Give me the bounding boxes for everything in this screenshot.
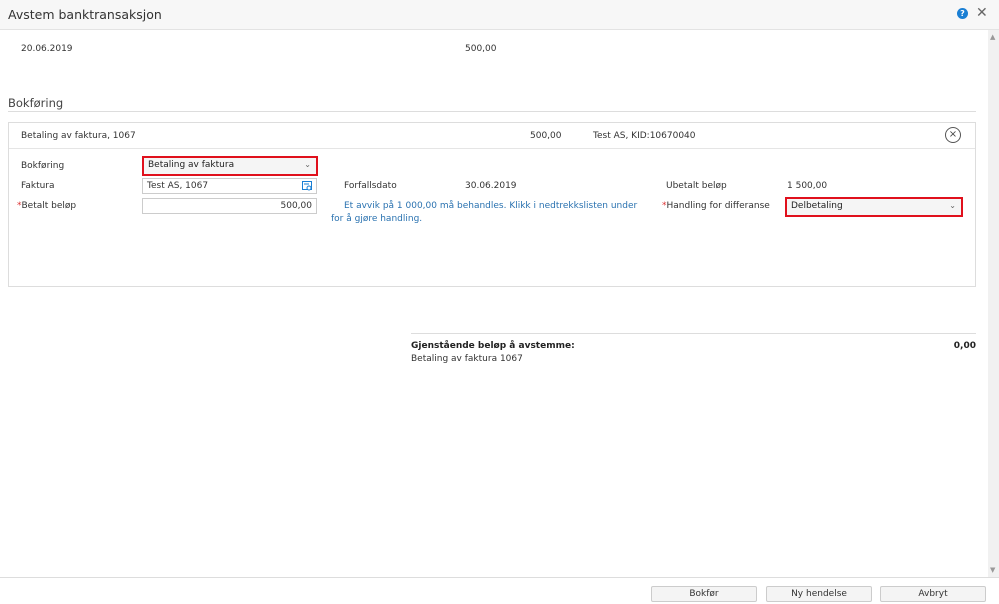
invoice-search-icon[interactable] <box>302 181 313 191</box>
summary-label: Gjenstående beløp å avstemme: <box>411 341 575 351</box>
faktura-value: Test AS, 1067 <box>147 181 209 191</box>
bokforing-value: Betaling av faktura <box>148 160 235 170</box>
divider <box>8 111 976 112</box>
avbryt-button[interactable]: Avbryt <box>880 586 986 602</box>
bokforing-label: Bokføring <box>21 161 65 171</box>
scroll-down-icon[interactable]: ▼ <box>990 566 995 574</box>
handling-label: *Handling for differanse <box>662 201 770 211</box>
summary-divider <box>411 333 976 334</box>
entry-header: Betaling av faktura, 1067 500,00 Test AS… <box>9 123 975 149</box>
forfall-value: 30.06.2019 <box>465 181 517 191</box>
section-title: Bokføring <box>8 96 64 110</box>
transaction-amount: 500,00 <box>465 44 497 54</box>
entry-label: Betaling av faktura, 1067 <box>21 131 136 141</box>
faktura-input[interactable]: Test AS, 1067 <box>142 178 317 194</box>
summary-detail: Betaling av faktura 1067 <box>411 354 523 364</box>
betalt-label-text: Betalt beløp <box>21 201 77 211</box>
remove-entry-icon[interactable]: × <box>945 127 961 143</box>
chevron-down-icon: ⌄ <box>949 201 956 210</box>
bokfor-button[interactable]: Bokfør <box>651 586 757 602</box>
ubetalt-value: 1 500,00 <box>787 181 828 191</box>
handling-label-text: Handling for differanse <box>666 201 770 211</box>
ubetalt-label: Ubetalt beløp <box>666 181 727 191</box>
faktura-label: Faktura <box>21 181 55 191</box>
scrollbar[interactable]: ▲ ▼ <box>988 30 999 577</box>
forfall-label: Forfallsdato <box>344 181 397 191</box>
handling-value: Delbetaling <box>791 201 843 211</box>
entry-reference: Test AS, KID:10670040 <box>593 131 696 141</box>
entry-amount: 500,00 <box>530 131 562 141</box>
betalt-label: *Betalt beløp <box>17 201 76 211</box>
deviation-message: Et avvik på 1 000,00 må behandles. Klikk… <box>331 201 638 224</box>
transaction-date: 20.06.2019 <box>21 44 73 54</box>
handling-select[interactable]: Delbetaling ⌄ <box>785 197 963 217</box>
dialog-title: Avstem banktransaksjon <box>8 7 162 22</box>
help-icon[interactable]: ? <box>957 8 968 19</box>
betalt-input[interactable]: 500,00 <box>142 198 317 214</box>
bokforing-select[interactable]: Betaling av faktura ⌄ <box>142 156 318 176</box>
chevron-down-icon: ⌄ <box>304 160 311 169</box>
scroll-up-icon[interactable]: ▲ <box>990 33 995 41</box>
summary-value: 0,00 <box>953 341 976 351</box>
ny-hendelse-button[interactable]: Ny hendelse <box>766 586 872 602</box>
close-icon[interactable]: ✕ <box>976 5 988 21</box>
